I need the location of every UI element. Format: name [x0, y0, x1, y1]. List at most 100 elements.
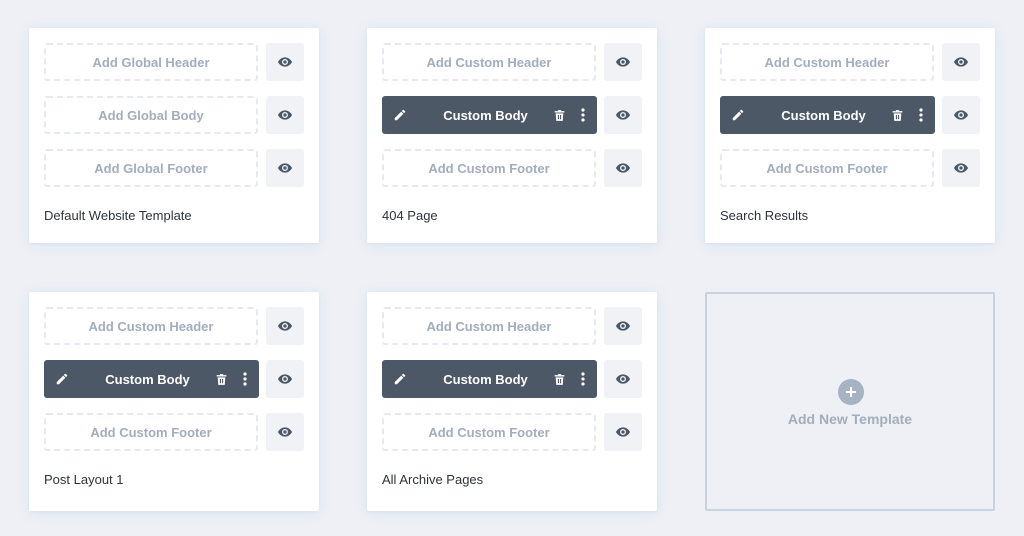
eye-icon	[616, 110, 630, 120]
edit-body-button[interactable]	[44, 360, 80, 398]
add-global-body-button[interactable]: Add Global Body	[44, 96, 258, 134]
custom-body-layout[interactable]: Custom Body	[382, 96, 597, 134]
template-header-row: Add Custom Header	[44, 307, 304, 345]
body-visibility-toggle[interactable]	[604, 96, 642, 134]
header-visibility-toggle[interactable]	[604, 307, 642, 345]
eye-icon	[278, 57, 292, 67]
custom-body-layout[interactable]: Custom Body	[720, 96, 935, 134]
custom-body-layout[interactable]: Custom Body	[44, 360, 259, 398]
more-vertical-icon	[243, 372, 247, 386]
plus-icon	[838, 379, 864, 405]
add-custom-header-button[interactable]: Add Custom Header	[382, 307, 596, 345]
delete-body-button[interactable]	[885, 96, 909, 134]
add-custom-header-button[interactable]: Add Custom Header	[44, 307, 258, 345]
delete-body-button[interactable]	[547, 96, 571, 134]
more-vertical-icon	[581, 108, 585, 122]
eye-icon	[616, 374, 630, 384]
template-card-404-page: Add Custom Header Custom Body Add Custom…	[367, 28, 657, 243]
template-card-title: 404 Page	[382, 208, 438, 223]
layout-label: Custom Body	[781, 107, 866, 123]
edit-body-button[interactable]	[382, 360, 418, 398]
pencil-icon	[732, 109, 744, 121]
more-vertical-icon	[581, 372, 585, 386]
template-header-row: Add Custom Header	[720, 43, 980, 81]
eye-icon	[616, 427, 630, 437]
add-custom-header-button[interactable]: Add Custom Header	[382, 43, 596, 81]
more-vertical-icon	[919, 108, 923, 122]
delete-body-button[interactable]	[209, 360, 233, 398]
add-custom-footer-button[interactable]: Add Custom Footer	[382, 413, 596, 451]
body-visibility-toggle[interactable]	[604, 360, 642, 398]
add-global-footer-button[interactable]: Add Global Footer	[44, 149, 258, 187]
header-visibility-toggle[interactable]	[604, 43, 642, 81]
header-visibility-toggle[interactable]	[266, 307, 304, 345]
eye-icon	[278, 163, 292, 173]
eye-icon	[616, 163, 630, 173]
footer-visibility-toggle[interactable]	[604, 413, 642, 451]
eye-icon	[616, 57, 630, 67]
layout-label: Custom Body	[443, 371, 528, 387]
template-card-search-results: Add Custom Header Custom Body Add Custom…	[705, 28, 995, 243]
add-global-header-button[interactable]: Add Global Header	[44, 43, 258, 81]
trash-icon	[892, 109, 902, 121]
eye-icon	[278, 427, 292, 437]
template-body-row: Custom Body	[382, 360, 642, 398]
add-custom-footer-button[interactable]: Add Custom Footer	[44, 413, 258, 451]
footer-visibility-toggle[interactable]	[942, 149, 980, 187]
template-card-post-layout-1: Add Custom Header Custom Body Add Custom…	[29, 292, 319, 511]
template-footer-row: Add Custom Footer	[382, 149, 642, 187]
eye-icon	[278, 321, 292, 331]
pencil-icon	[56, 373, 68, 385]
layout-label: Custom Body	[443, 107, 528, 123]
eye-icon	[278, 110, 292, 120]
template-footer-row: Add Global Footer	[44, 149, 304, 187]
pencil-icon	[394, 373, 406, 385]
body-visibility-toggle[interactable]	[266, 360, 304, 398]
layout-label: Custom Body	[105, 371, 190, 387]
custom-body-layout[interactable]: Custom Body	[382, 360, 597, 398]
template-card-title: Default Website Template	[44, 208, 192, 223]
body-visibility-toggle[interactable]	[942, 96, 980, 134]
eye-icon	[278, 374, 292, 384]
template-header-row: Add Global Header	[44, 43, 304, 81]
pencil-icon	[394, 109, 406, 121]
template-card-default-website: Add Global Header Add Global Body Add Gl…	[29, 28, 319, 243]
template-header-row: Add Custom Header	[382, 43, 642, 81]
header-visibility-toggle[interactable]	[942, 43, 980, 81]
body-visibility-toggle[interactable]	[266, 96, 304, 134]
footer-visibility-toggle[interactable]	[604, 149, 642, 187]
body-options-button[interactable]	[571, 360, 595, 398]
body-options-button[interactable]	[233, 360, 257, 398]
add-custom-footer-button[interactable]: Add Custom Footer	[382, 149, 596, 187]
template-card-all-archive-pages: Add Custom Header Custom Body Add Custom…	[367, 292, 657, 511]
trash-icon	[554, 109, 564, 121]
edit-body-button[interactable]	[720, 96, 756, 134]
footer-visibility-toggle[interactable]	[266, 413, 304, 451]
template-card-title: All Archive Pages	[382, 472, 484, 487]
template-footer-row: Add Custom Footer	[44, 413, 304, 451]
template-body-row: Custom Body	[44, 360, 304, 398]
add-custom-header-button[interactable]: Add Custom Header	[720, 43, 934, 81]
trash-icon	[554, 373, 564, 385]
eye-icon	[954, 57, 968, 67]
trash-icon	[216, 373, 226, 385]
template-card-title: Post Layout 1	[44, 472, 124, 487]
header-visibility-toggle[interactable]	[266, 43, 304, 81]
template-body-row: Custom Body	[382, 96, 642, 134]
body-options-button[interactable]	[571, 96, 595, 134]
delete-body-button[interactable]	[547, 360, 571, 398]
eye-icon	[954, 163, 968, 173]
edit-body-button[interactable]	[382, 96, 418, 134]
template-header-row: Add Custom Header	[382, 307, 642, 345]
template-card-title: Search Results	[720, 208, 809, 223]
add-new-template-button[interactable]: Add New Template	[705, 292, 995, 511]
template-footer-row: Add Custom Footer	[720, 149, 980, 187]
eye-icon	[616, 321, 630, 331]
template-body-row: Add Global Body	[44, 96, 304, 134]
body-options-button[interactable]	[909, 96, 933, 134]
eye-icon	[954, 110, 968, 120]
footer-visibility-toggle[interactable]	[266, 149, 304, 187]
add-custom-footer-button[interactable]: Add Custom Footer	[720, 149, 934, 187]
add-new-template-label: Add New Template	[787, 411, 913, 427]
template-body-row: Custom Body	[720, 96, 980, 134]
